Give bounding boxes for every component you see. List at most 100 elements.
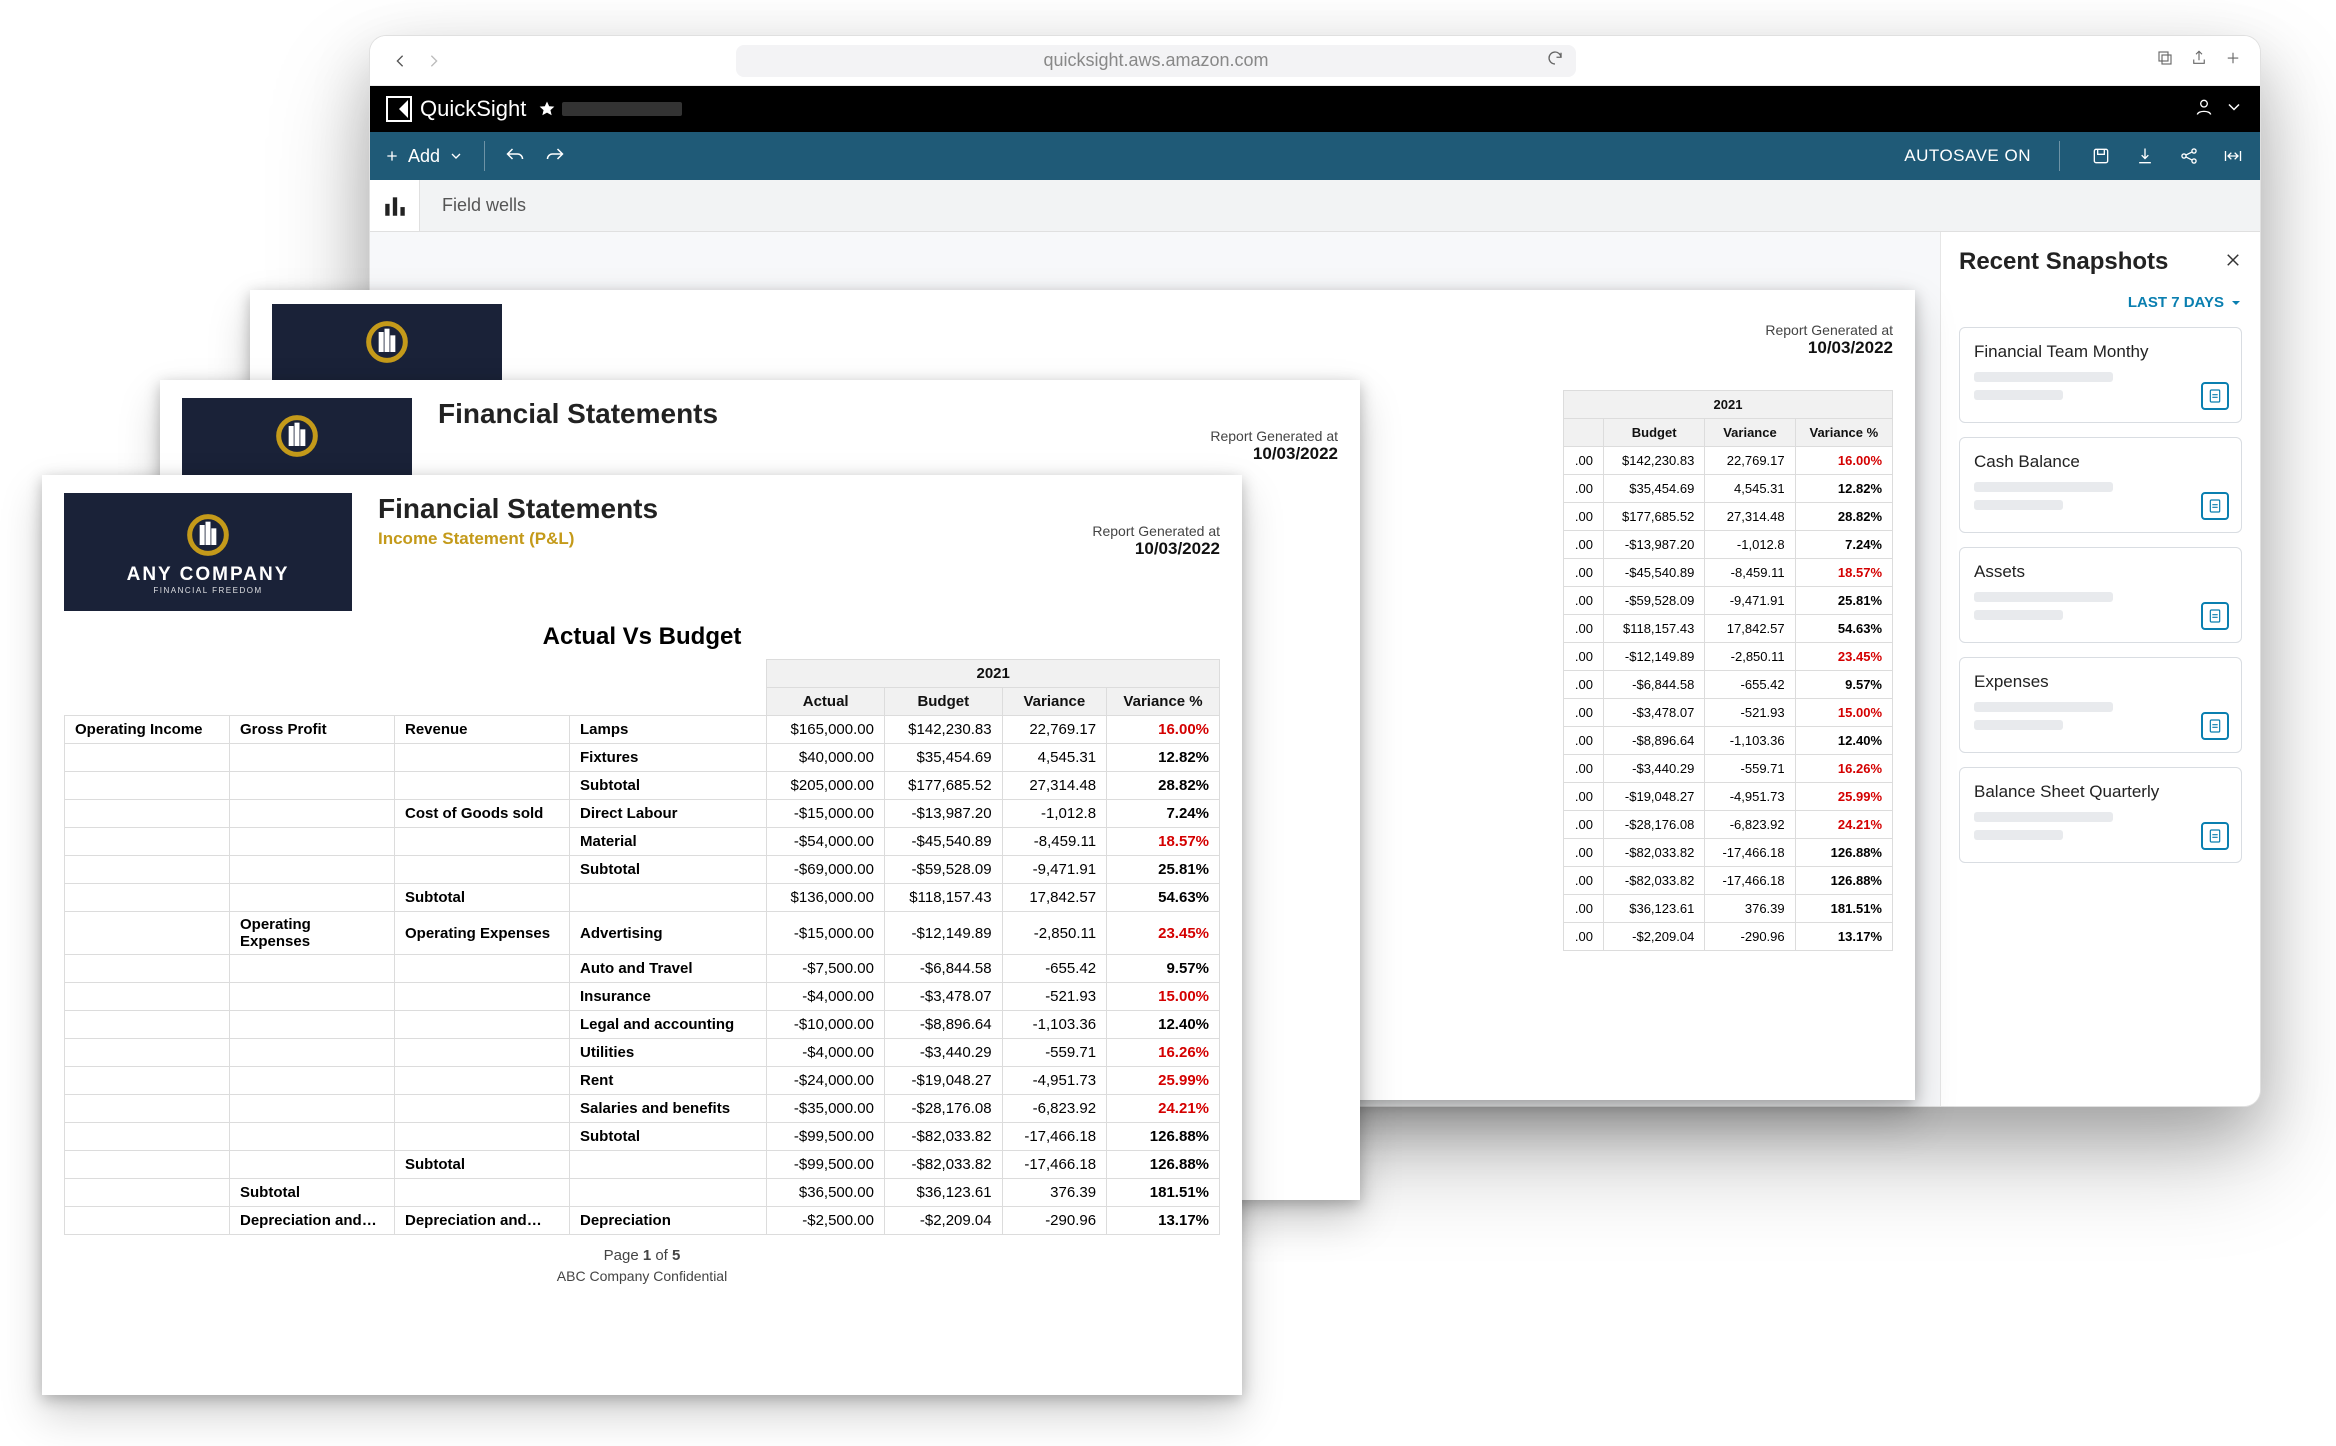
share-button[interactable] [2176, 143, 2202, 169]
snapshot-card[interactable]: Assets [1959, 547, 2242, 643]
snapshots-panel: Recent Snapshots LAST 7 DAYS Financial T… [1940, 232, 2260, 1106]
table-row: Legal and accounting -$10,000.00 -$8,896… [65, 1011, 1220, 1039]
skeleton-line [1974, 610, 2063, 620]
field-wells-bar: Field wells [370, 180, 2260, 232]
table-row: Material -$54,000.00 -$45,540.89 -8,459.… [65, 828, 1220, 856]
visual-type-icon[interactable] [370, 180, 420, 231]
snapshot-card[interactable]: Cash Balance [1959, 437, 2242, 533]
redo-button[interactable] [545, 146, 565, 167]
col-variance: Variance [1002, 688, 1106, 716]
export-button[interactable] [2132, 143, 2158, 169]
user-icon[interactable] [2194, 97, 2214, 122]
doc-title: Financial Statements [378, 493, 658, 525]
url-text: quicksight.aws.amazon.com [1043, 50, 1268, 71]
table-row: .00 $142,230.83 22,769.17 16.00% [1564, 447, 1893, 475]
col-variance-pct: Variance % [1795, 419, 1892, 447]
editor-toolbar: Add AUTOSAVE ON [370, 132, 2260, 180]
col-variance-pct: Variance % [1107, 688, 1220, 716]
table-row: .00 -$13,987.20 -1,012.8 7.24% [1564, 531, 1893, 559]
skeleton-line [1974, 830, 2063, 840]
table-row: Salaries and benefits -$35,000.00 -$28,1… [65, 1095, 1220, 1123]
year-header: 2021 [767, 660, 1220, 688]
analysis-title-placeholder [562, 102, 682, 116]
table-row: Subtotal $205,000.00 $177,685.52 27,314.… [65, 772, 1220, 800]
company-logo [272, 304, 502, 384]
generated-date: 10/03/2022 [1210, 444, 1338, 464]
new-tab-icon[interactable] [2224, 49, 2242, 72]
table-row: .00 -$12,149.89 -2,850.11 23.45% [1564, 643, 1893, 671]
company-logo [182, 398, 412, 478]
col-variance: Variance [1705, 419, 1795, 447]
table-row: Subtotal $136,000.00 $118,157.43 17,842.… [65, 884, 1220, 912]
close-panel-button[interactable] [2224, 251, 2242, 274]
snapshot-card[interactable]: Financial Team Monthy [1959, 327, 2242, 423]
filter-label: LAST 7 DAYS [2128, 294, 2224, 311]
generated-label: Report Generated at [1765, 322, 1893, 338]
table-row: .00 -$8,896.64 -1,103.36 12.40% [1564, 727, 1893, 755]
tabs-icon[interactable] [2156, 49, 2174, 72]
snapshots-filter[interactable]: LAST 7 DAYS [1959, 294, 2242, 311]
browser-toolbar: quicksight.aws.amazon.com [370, 36, 2260, 86]
table-row: .00 -$28,176.08 -6,823.92 24.21% [1564, 811, 1893, 839]
table-row: Auto and Travel -$7,500.00 -$6,844.58 -6… [65, 955, 1220, 983]
table-row: Insurance -$4,000.00 -$3,478.07 -521.93 … [65, 983, 1220, 1011]
save-as-button[interactable] [2088, 143, 2114, 169]
pdf-icon[interactable] [2201, 382, 2229, 410]
add-button[interactable]: Add [384, 146, 464, 167]
autosave-status: AUTOSAVE ON [1904, 146, 2031, 166]
star-icon [538, 100, 556, 118]
pdf-icon[interactable] [2201, 602, 2229, 630]
snapshot-title: Expenses [1974, 672, 2227, 692]
chevron-down-icon[interactable] [2224, 97, 2244, 122]
income-statement-table: 2021 Actual Budget Variance Variance % O… [64, 659, 1220, 1235]
snapshot-title: Assets [1974, 562, 2227, 582]
generated-date: 10/03/2022 [1092, 539, 1220, 559]
snapshot-card[interactable]: Expenses [1959, 657, 2242, 753]
doc-title: Financial Statements [438, 398, 718, 430]
browser-actions [2156, 49, 2242, 72]
browser-forward-button[interactable] [422, 49, 446, 73]
snapshots-title: Recent Snapshots [1959, 248, 2168, 276]
generated-date: 10/03/2022 [1765, 338, 1893, 358]
separator [2059, 141, 2060, 171]
snapshot-title: Cash Balance [1974, 452, 2227, 472]
section-heading: Actual Vs Budget [42, 623, 1242, 651]
expand-button[interactable] [2220, 143, 2246, 169]
browser-address-bar[interactable]: quicksight.aws.amazon.com [736, 45, 1576, 77]
generated-label: Report Generated at [1210, 428, 1338, 444]
report-page-1: ANY COMPANY FINANCIAL FREEDOM Financial … [42, 475, 1242, 1395]
col-budget: Budget [884, 688, 1002, 716]
quicksight-logo-icon [386, 96, 412, 122]
table-row: Subtotal -$69,000.00 -$59,528.09 -9,471.… [65, 856, 1220, 884]
snapshot-card[interactable]: Balance Sheet Quarterly [1959, 767, 2242, 863]
table-row: .00 $118,157.43 17,842.57 54.63% [1564, 615, 1893, 643]
share-icon[interactable] [2190, 49, 2208, 72]
pdf-icon[interactable] [2201, 492, 2229, 520]
company-tagline: FINANCIAL FREEDOM [153, 586, 262, 595]
table-row: .00 -$45,540.89 -8,459.11 18.57% [1564, 559, 1893, 587]
year-header: 2021 [1564, 391, 1893, 419]
skeleton-line [1974, 482, 2113, 492]
quicksight-logo[interactable]: QuickSight [386, 96, 526, 122]
browser-back-button[interactable] [388, 49, 412, 73]
table-row: .00 -$59,528.09 -9,471.91 25.81% [1564, 587, 1893, 615]
col-actual: Actual [767, 688, 885, 716]
table-row: .00 $177,685.52 27,314.48 28.82% [1564, 503, 1893, 531]
table-row: Operating Expenses Operating Expenses Ad… [65, 912, 1220, 955]
footer-page-total: 5 [672, 1247, 680, 1264]
skeleton-line [1974, 812, 2113, 822]
table-row: Operating Income Gross Profit Revenue La… [65, 716, 1220, 744]
table-row: .00 -$19,048.27 -4,951.73 25.99% [1564, 783, 1893, 811]
analysis-tab[interactable] [538, 100, 682, 118]
generated-label: Report Generated at [1092, 523, 1220, 539]
field-wells-label[interactable]: Field wells [420, 180, 2260, 231]
table-row: Depreciation and… Depreciation and… Depr… [65, 1207, 1220, 1235]
pdf-icon[interactable] [2201, 822, 2229, 850]
table-row: .00 -$3,478.07 -521.93 15.00% [1564, 699, 1893, 727]
undo-button[interactable] [505, 146, 525, 167]
snapshot-title: Balance Sheet Quarterly [1974, 782, 2227, 802]
plus-icon [384, 148, 400, 164]
pdf-icon[interactable] [2201, 712, 2229, 740]
reload-icon[interactable] [1546, 49, 1564, 72]
table-row: .00 -$3,440.29 -559.71 16.26% [1564, 755, 1893, 783]
